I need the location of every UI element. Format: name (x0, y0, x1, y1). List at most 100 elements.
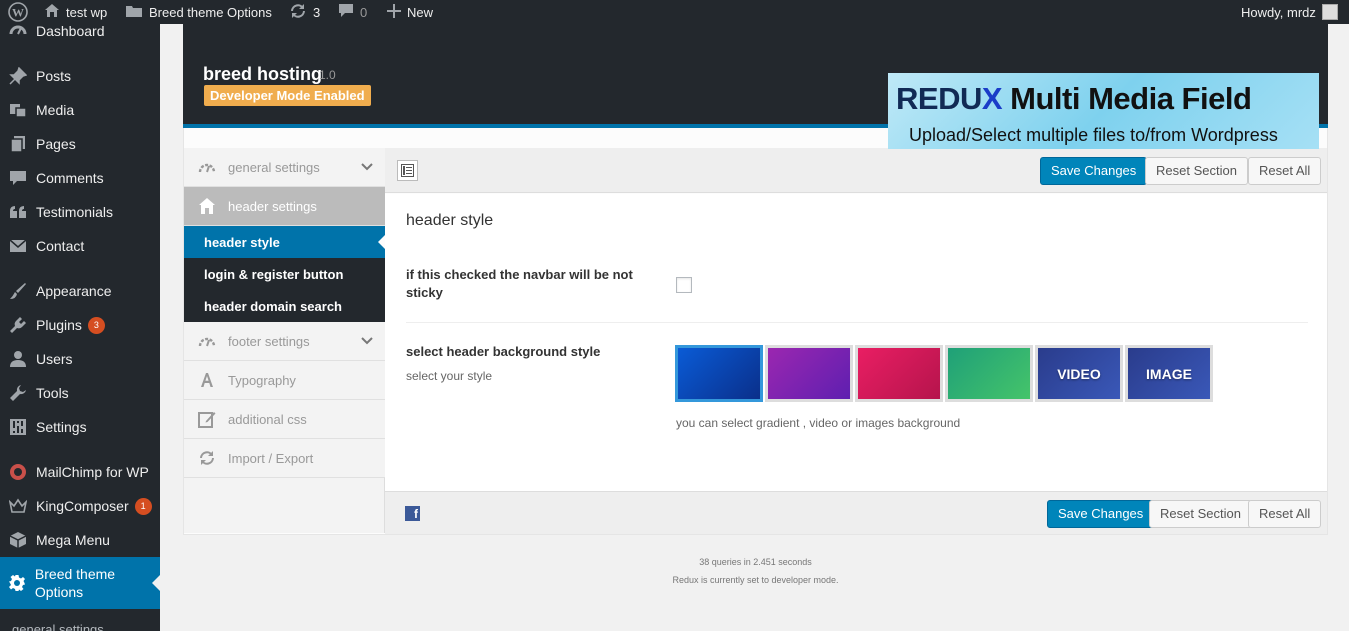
bg-style-option[interactable]: VIDEO (1035, 345, 1123, 402)
nav-additional-css[interactable]: additional css (184, 400, 385, 439)
sidebar-item-posts[interactable]: Posts (0, 59, 160, 93)
nav-general-settings[interactable]: general settings (184, 148, 385, 187)
gear-icon (8, 573, 27, 593)
sidebar-item-users[interactable]: Users (0, 342, 160, 376)
sidebar-item-mega-menu[interactable]: Mega Menu (0, 523, 160, 557)
admin-sidebar: Dashboard Posts Media Pages Comments Tes… (0, 24, 160, 631)
sidebar-item-label: Plugins (36, 317, 82, 333)
nav-label: Typography (228, 372, 296, 388)
redux-banner[interactable]: REDUX Multi Media Field Upload/Select mu… (888, 73, 1319, 149)
refresh-icon (289, 3, 307, 22)
sticky-checkbox[interactable] (676, 277, 692, 293)
sidebar-item-dashboard[interactable]: Dashboard (0, 24, 160, 48)
home-icon (44, 3, 60, 21)
comments-link[interactable]: 0 (338, 0, 367, 24)
cube-icon (8, 530, 28, 550)
nav-sub-login-register[interactable]: login & register button (184, 258, 385, 290)
pages-icon (8, 134, 28, 154)
theme-options-link[interactable]: Breed theme Options (125, 0, 272, 24)
comment-icon (8, 168, 28, 188)
pin-icon (8, 66, 28, 86)
top-action-bar: Save Changes Reset Section Reset All (385, 148, 1327, 193)
sidebar-item-tools[interactable]: Tools (0, 376, 160, 410)
dev-mode-notice: Redux is currently set to developer mode… (672, 575, 839, 585)
bg-style-option[interactable] (855, 345, 943, 402)
nav-sub-label: header style (204, 234, 280, 250)
sidebar-item-kingcomposer[interactable]: KingComposer 1 (0, 489, 160, 523)
nav-typography[interactable]: Typography (184, 361, 385, 400)
new-content-link[interactable]: New (387, 0, 433, 24)
sidebar-item-contact[interactable]: Contact (0, 229, 160, 263)
sidebar-item-comments[interactable]: Comments (0, 161, 160, 195)
bg-style-option-label (678, 348, 760, 399)
reset-section-button-bottom[interactable]: Reset Section (1149, 500, 1252, 528)
nav-sub-domain-search[interactable]: header domain search (184, 290, 385, 322)
bg-style-option-label (768, 348, 850, 399)
active-indicator (152, 575, 160, 591)
nav-sub-header-style[interactable]: header style (184, 226, 385, 258)
current-indicator (378, 235, 385, 249)
expand-options-icon[interactable] (397, 160, 418, 181)
edit-icon (197, 409, 217, 429)
query-stats: 38 queries in 2.451 seconds (699, 557, 812, 567)
bg-style-option[interactable] (675, 345, 763, 402)
comment-bubble-icon (338, 3, 354, 21)
avatar (1321, 4, 1338, 20)
wordpress-logo-icon[interactable]: W (8, 0, 28, 24)
new-label: New (407, 4, 434, 20)
svg-text:W: W (12, 6, 24, 20)
account-menu[interactable]: Howdy, mrdz (1241, 0, 1338, 24)
chevron-down-icon (361, 334, 373, 349)
updates-link[interactable]: 3 (289, 0, 320, 24)
greeting: Howdy, mrdz (1241, 4, 1316, 20)
plug-icon (8, 315, 28, 335)
bg-style-option-label (858, 348, 940, 399)
panel-version: 1.0 (319, 68, 336, 82)
sidebar-item-mailchimp[interactable]: MailChimp for WP (0, 455, 160, 489)
sidebar-item-plugins[interactable]: Plugins 3 (0, 308, 160, 342)
banner-brand: REDU (896, 81, 982, 116)
reset-all-button[interactable]: Reset All (1248, 157, 1322, 185)
bg-style-option-label: IMAGE (1146, 365, 1192, 382)
site-name-link[interactable]: test wp (44, 0, 107, 24)
media-icon (8, 100, 28, 120)
reset-all-button-bottom[interactable]: Reset All (1248, 500, 1322, 528)
sidebar-item-label: Comments (36, 170, 104, 186)
sidebar-item-label: Mega Menu (36, 532, 110, 548)
nav-header-settings[interactable]: header settings (184, 187, 385, 226)
sidebar-item-media[interactable]: Media (0, 93, 160, 127)
nav-footer-settings[interactable]: footer settings (184, 322, 385, 361)
sidebar-item-pages[interactable]: Pages (0, 127, 160, 161)
sidebar-submenu-general-settings[interactable]: general settings (12, 622, 104, 631)
sidebar-item-label: Dashboard (36, 24, 105, 39)
crown-icon (8, 496, 28, 516)
nav-import-export[interactable]: Import / Export (184, 439, 385, 478)
reset-section-button[interactable]: Reset Section (1145, 157, 1248, 185)
sliders-icon (8, 417, 28, 437)
options-nav: general settings header settings header … (184, 148, 385, 533)
save-changes-button[interactable]: Save Changes (1040, 157, 1148, 185)
sidebar-item-breed-theme-options[interactable]: Breed theme Options (0, 557, 160, 609)
nav-sub-label: login & register button (204, 266, 344, 282)
home-icon (197, 196, 217, 216)
sidebar-item-label: Settings (36, 419, 87, 435)
chevron-down-icon (361, 160, 373, 175)
sidebar-item-label: MailChimp for WP (36, 464, 149, 480)
sidebar-item-appearance[interactable]: Appearance (0, 274, 160, 308)
bottom-action-bar: f Save Changes Reset Section Reset All (385, 491, 1327, 534)
bg-style-option[interactable] (945, 345, 1033, 402)
dev-mode-badge: Developer Mode Enabled (204, 85, 371, 106)
sidebar-item-label: Breed theme Options (34, 566, 116, 600)
sidebar-item-label: Testimonials (36, 204, 114, 220)
save-changes-button-bottom[interactable]: Save Changes (1047, 500, 1155, 528)
sticky-field-label: if this checked the navbar will be not s… (406, 267, 633, 300)
banner-subtitle: Upload/Select multiple files to/from Wor… (909, 125, 1278, 145)
bg-style-option[interactable]: IMAGE (1125, 345, 1213, 402)
folder-icon (125, 4, 143, 21)
bg-style-option[interactable] (765, 345, 853, 402)
sidebar-item-testimonials[interactable]: Testimonials (0, 195, 160, 229)
sidebar-item-settings[interactable]: Settings (0, 410, 160, 444)
nav-label: additional css (228, 411, 307, 427)
nav-label: general settings (228, 159, 320, 175)
facebook-icon[interactable]: f (405, 506, 420, 521)
